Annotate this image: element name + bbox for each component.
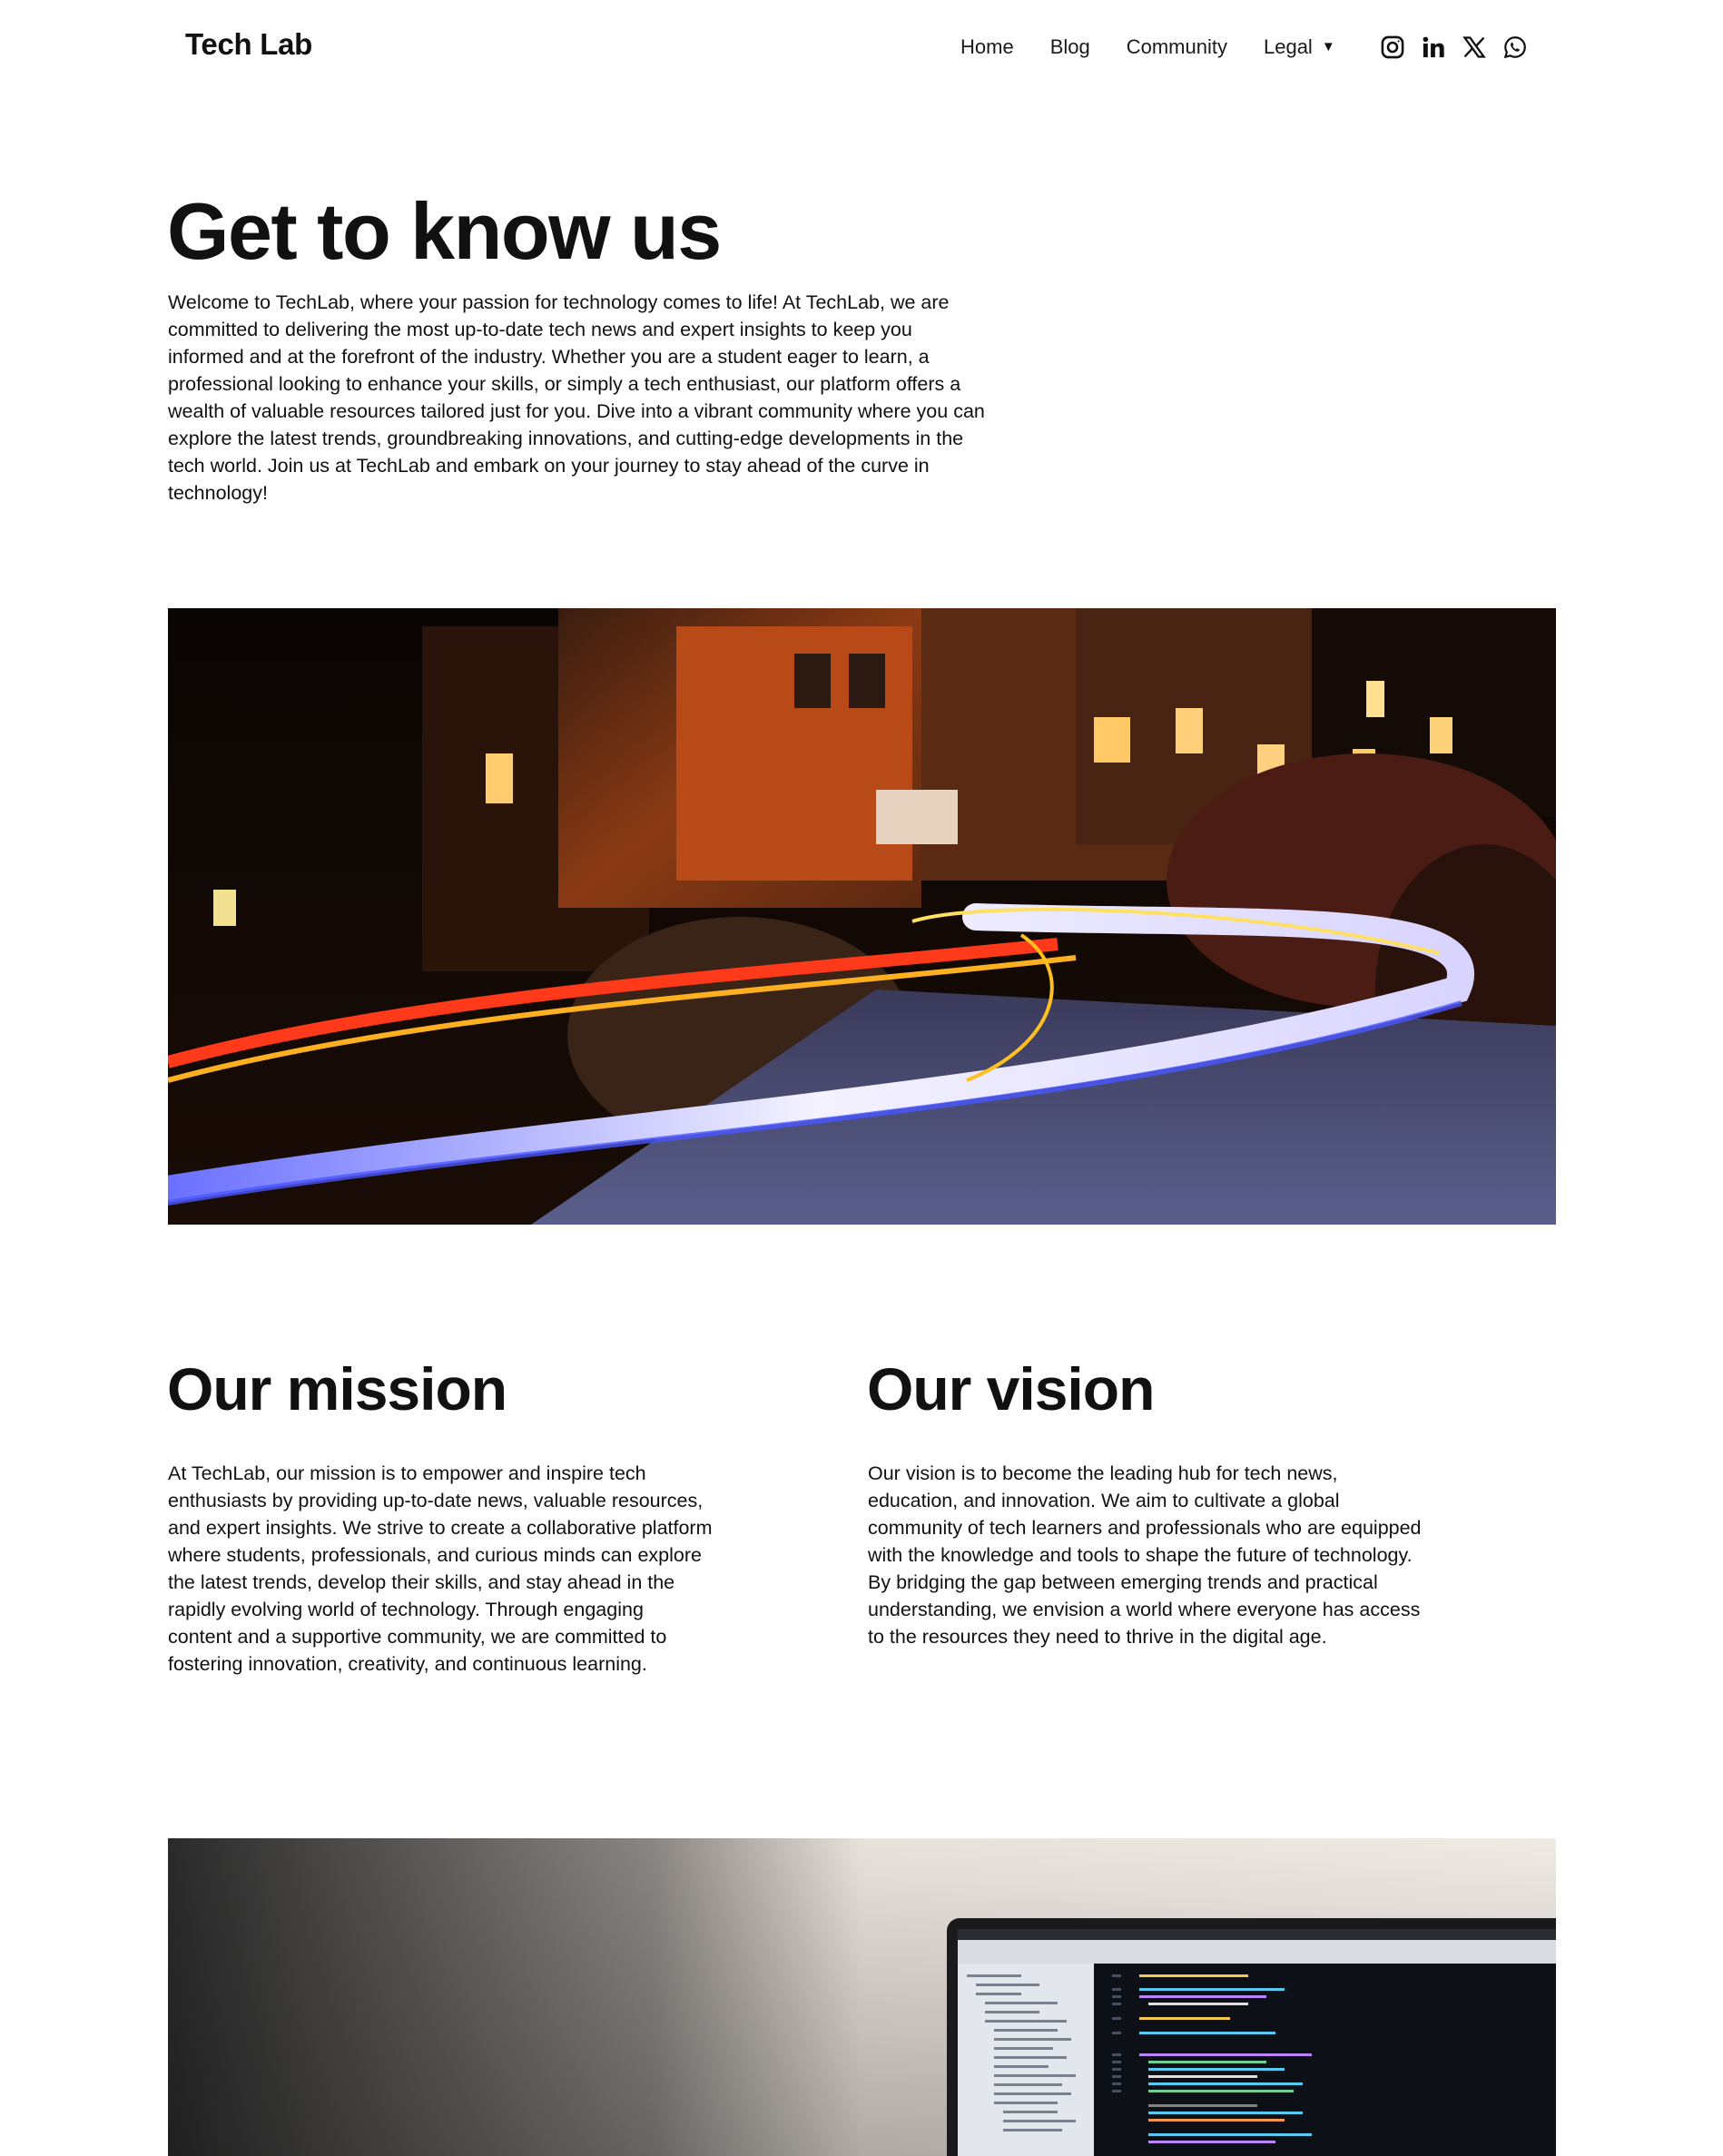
brand-logo[interactable]: Tech Lab [185,27,312,62]
nav-legal[interactable]: Legal [1264,35,1313,59]
nav-community[interactable]: Community [1127,35,1227,59]
page-title: Get to know us [167,186,722,276]
city-light-trails-image [168,608,1556,1225]
social-links [1379,34,1529,61]
mission-paragraph: At TechLab, our mission is to empower an… [168,1462,713,1675]
x-icon[interactable] [1461,34,1488,61]
vision-paragraph: Our vision is to become the leading hub … [868,1462,1422,1648]
site-header: Tech Lab Home Blog Community Legal ▼ [0,0,1723,96]
linkedin-icon[interactable] [1420,34,1447,61]
main-nav: Home Blog Community Legal ▼ [960,33,1529,62]
vision-heading: Our vision [867,1355,1155,1423]
whatsapp-icon[interactable] [1501,34,1529,61]
intro-paragraph: Welcome to TechLab, where your passion f… [168,291,985,504]
nav-home[interactable]: Home [960,35,1014,59]
nav-blog[interactable]: Blog [1050,35,1090,59]
instagram-icon[interactable] [1379,34,1406,61]
caret-down-icon[interactable]: ▼ [1322,39,1335,54]
laptop-code-image [168,1838,1556,2156]
mission-heading: Our mission [167,1355,507,1423]
